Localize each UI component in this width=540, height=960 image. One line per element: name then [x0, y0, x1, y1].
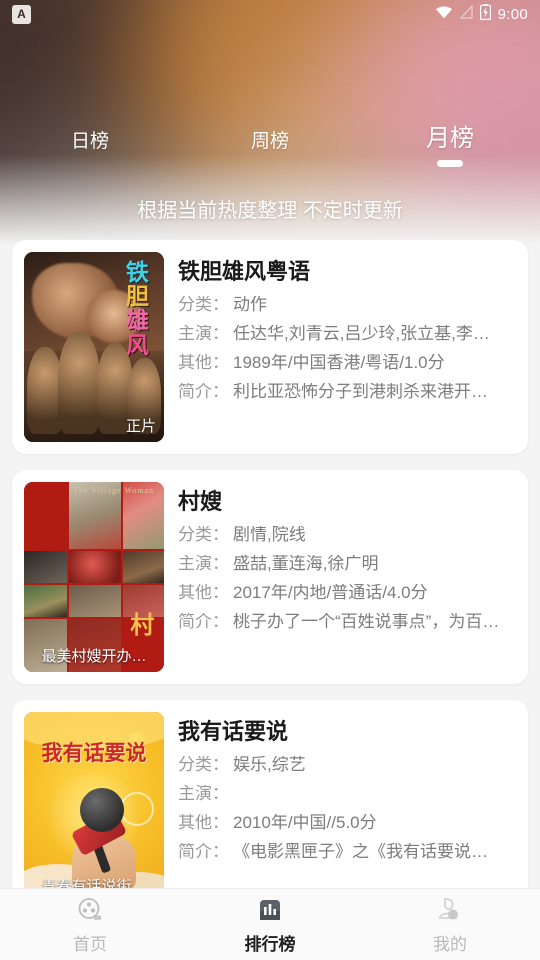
poster-badge: 最美村嫂开办…	[41, 648, 147, 665]
tab-weekly-label: 周榜	[250, 131, 289, 152]
item-other-row: 其他： 2017年/内地/普通话/4.0分	[178, 584, 516, 601]
category-value: 娱乐,综艺	[233, 756, 306, 773]
nav-item-home-label: 首页	[73, 934, 107, 954]
item-info: 村嫂 分类： 剧情,院线 主演： 盛喆,董连海,徐广明 其他： 2017年/内地…	[178, 482, 516, 672]
category-label: 分类：	[178, 756, 229, 773]
category-label: 分类：	[178, 296, 229, 313]
summary-value: 《电影黑匣子》之《我有话要说…	[233, 843, 488, 860]
ranking-tab-bar[interactable]: 日榜 周榜 月榜	[0, 118, 540, 167]
user-profile-icon	[435, 895, 465, 925]
poster-top-text: The Village Woman	[73, 485, 155, 495]
nav-item-ranking[interactable]: 排行榜	[180, 889, 360, 960]
list-item[interactable]: The Village Woman 村 最美村嫂开办… 村嫂 分类： 剧情,院线…	[12, 470, 528, 684]
tab-active-indicator	[437, 160, 463, 167]
other-label: 其他：	[178, 354, 229, 371]
item-other-row: 其他： 2010年/中国//5.0分	[178, 814, 516, 831]
clock: 9:00	[497, 5, 528, 23]
poster-badge: 青春有话说街…	[41, 878, 147, 888]
summary-label: 简介：	[178, 613, 229, 630]
tab-monthly-label: 月榜	[426, 125, 474, 152]
poster-mark: 村	[130, 611, 155, 639]
item-info: 铁胆雄风粤语 分类： 动作 主演： 任达华,刘青云,吕少玲,张立基,李… 其他：…	[178, 252, 516, 442]
app-notification-icon: A	[12, 4, 31, 24]
item-category-row: 分类： 娱乐,综艺	[178, 756, 516, 773]
other-value: 2010年/中国//5.0分	[233, 814, 377, 831]
film-reel-icon	[75, 895, 105, 925]
item-cast-row: 主演： 盛喆,董连海,徐广明	[178, 555, 516, 572]
other-label: 其他：	[178, 584, 229, 601]
item-category-row: 分类： 剧情,院线	[178, 526, 516, 543]
ranking-list[interactable]: 铁 胆 雄 风 正片 铁胆雄风粤语 分类： 动作 主演： 任达华,刘青云,吕少玲…	[0, 240, 540, 888]
other-value: 2017年/内地/普通话/4.0分	[233, 584, 428, 601]
poster-title-art: 铁 胆 雄 风	[125, 258, 149, 358]
status-bar: A 9:00	[0, 0, 540, 28]
cast-label: 主演：	[178, 555, 229, 572]
poster-thumbnail[interactable]: 铁 胆 雄 风 正片	[24, 252, 164, 442]
signal-icon	[459, 4, 473, 23]
item-summary-row: 简介： 《电影黑匣子》之《我有话要说…	[178, 843, 516, 860]
summary-value: 桃子办了一个“百姓说事点”，为百…	[233, 613, 500, 630]
poster-badge: 正片	[125, 418, 156, 435]
cast-label: 主演：	[178, 325, 229, 342]
tab-daily[interactable]: 日榜	[0, 126, 180, 159]
nav-item-home[interactable]: 首页	[0, 889, 180, 960]
item-cast-row: 主演：	[178, 785, 516, 802]
summary-label: 简介：	[178, 383, 229, 400]
item-title: 铁胆雄风粤语	[178, 259, 311, 284]
nav-item-ranking-label: 排行榜	[244, 934, 296, 954]
cast-label: 主演：	[178, 785, 229, 802]
poster-thumbnail[interactable]: The Village Woman 村 最美村嫂开办…	[24, 482, 164, 672]
wifi-icon	[435, 5, 453, 23]
bar-chart-icon	[255, 895, 285, 925]
item-summary-row: 简介： 利比亚恐怖分子到港刺杀来港开…	[178, 383, 516, 400]
other-label: 其他：	[178, 814, 229, 831]
poster-thumbnail[interactable]: 我有话要说 青春有话说街…	[24, 712, 164, 888]
battery-charging-icon	[479, 4, 491, 24]
cast-value: 任达华,刘青云,吕少玲,张立基,李…	[233, 325, 490, 342]
summary-value: 利比亚恐怖分子到港刺杀来港开…	[233, 383, 488, 400]
item-info: 我有话要说 分类： 娱乐,综艺 主演： 其他： 2010年/中国//5.0分 简…	[178, 712, 516, 888]
item-title: 村嫂	[178, 489, 223, 514]
item-category-row: 分类： 动作	[178, 296, 516, 313]
tab-weekly[interactable]: 周榜	[180, 126, 360, 159]
item-other-row: 其他： 1989年/中国香港/粤语/1.0分	[178, 354, 516, 371]
list-item[interactable]: 我有话要说 青春有话说街… 我有话要说 分类： 娱乐,综艺 主演： 其他： 20…	[12, 700, 528, 888]
tab-monthly[interactable]: 月榜	[360, 118, 540, 167]
item-summary-row: 简介： 桃子办了一个“百姓说事点”，为百…	[178, 613, 516, 630]
app-root: A 9:00 日榜 周榜 月榜 根据当前热度整理 不定时更新 铁 胆 雄 风 正…	[0, 0, 540, 960]
category-value: 剧情,院线	[233, 526, 306, 543]
cast-value: 盛喆,董连海,徐广明	[233, 555, 379, 572]
category-label: 分类：	[178, 526, 229, 543]
header-subtitle: 根据当前热度整理 不定时更新	[137, 200, 403, 222]
item-title: 我有话要说	[178, 719, 289, 744]
tab-daily-label: 日榜	[70, 131, 109, 152]
item-cast-row: 主演： 任达华,刘青云,吕少玲,张立基,李…	[178, 325, 516, 342]
other-value: 1989年/中国香港/粤语/1.0分	[233, 354, 445, 371]
summary-label: 简介：	[178, 843, 229, 860]
nav-item-profile[interactable]: 我的	[360, 889, 540, 960]
category-value: 动作	[233, 296, 267, 313]
nav-item-profile-label: 我的	[433, 934, 467, 954]
list-item[interactable]: 铁 胆 雄 风 正片 铁胆雄风粤语 分类： 动作 主演： 任达华,刘青云,吕少玲…	[12, 240, 528, 454]
poster-title-art: 我有话要说	[41, 741, 147, 765]
bottom-navigation[interactable]: 首页 排行榜 我的	[0, 888, 540, 960]
